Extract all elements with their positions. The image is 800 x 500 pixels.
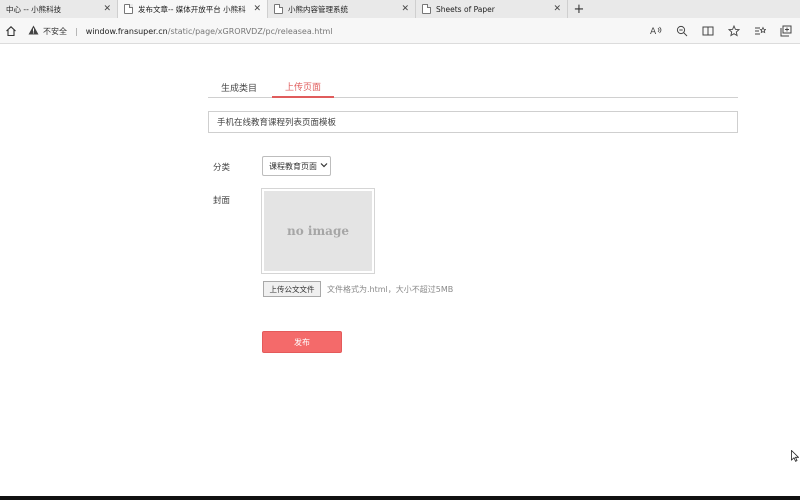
warning-icon [28,25,39,37]
page-icon [422,4,431,14]
tab-title: 中心 -- 小熊科技 [6,4,62,14]
page-icon [124,4,133,14]
svg-text:A: A [650,27,657,37]
tab-title: 发布文章-- 媒体开放平台 小熊科 [138,4,246,14]
home-icon[interactable] [1,21,21,41]
category-label: 分类 [213,163,231,173]
tab-generate-category[interactable]: 生成类目 [208,76,270,98]
browser-tab-1[interactable]: 中心 -- 小熊科技 ✕ [0,0,118,18]
category-select[interactable]: 课程教育页面 [262,156,331,176]
cover-placeholder: no image [264,191,372,271]
upload-hint: 文件格式为.html，大小不超过5MB [327,285,454,294]
title-input[interactable]: 手机在线教育课程列表页面模板 [208,111,738,133]
taskbar-edge [0,496,800,500]
favorite-star-icon[interactable] [724,21,744,41]
divider: | [75,26,78,36]
tab-title: Sheets of Paper [436,4,495,14]
tab-upload-page[interactable]: 上传页面 [272,76,334,98]
tab-title: 小熊内容管理系统 [288,4,348,14]
page-tabs: 生成类目 上传页面 [208,76,738,98]
browser-toolbar: 不安全 | window.fransuper.cn/static/page/xG… [0,18,800,44]
page-icon [274,4,283,14]
close-icon[interactable]: ✕ [401,4,409,14]
upload-file-button[interactable]: 上传公文文件 [263,281,321,297]
chevron-down-icon [318,162,330,170]
close-icon[interactable]: ✕ [553,4,561,14]
toolbar-right-icons: A [646,21,796,41]
browser-tab-strip: 中心 -- 小熊科技 ✕ 发布文章-- 媒体开放平台 小熊科 ✕ 小熊内容管理系… [0,0,800,18]
browser-tab-3[interactable]: 小熊内容管理系统 ✕ [268,0,416,18]
read-aloud-icon[interactable]: A [646,21,666,41]
close-icon[interactable]: ✕ [253,4,261,14]
browser-tab-4[interactable]: Sheets of Paper ✕ [416,0,568,18]
browser-tab-2[interactable]: 发布文章-- 媒体开放平台 小熊科 ✕ [118,0,268,18]
zoom-icon[interactable] [672,21,692,41]
cover-image-frame: no image [261,188,375,274]
favorites-list-icon[interactable] [750,21,770,41]
collections-icon[interactable] [776,21,796,41]
address-bar[interactable]: 不安全 | window.fransuper.cn/static/page/xG… [22,21,622,41]
reading-view-icon[interactable] [698,21,718,41]
mouse-cursor-icon [791,447,800,466]
cover-label: 封面 [213,196,231,206]
security-label: 不安全 [43,26,67,36]
publish-button[interactable]: 发布 [262,331,342,353]
url-path: /static/page/xGRORVDZ/pc/releasea.html [167,26,333,36]
new-tab-button[interactable]: + [568,0,590,18]
close-icon[interactable]: ✕ [103,4,111,14]
page-content: 生成类目 上传页面 手机在线教育课程列表页面模板 分类 课程教育页面 封面 no… [0,44,800,500]
category-selected-value: 课程教育页面 [269,161,317,171]
url-host: window.fransuper.cn [85,26,168,36]
